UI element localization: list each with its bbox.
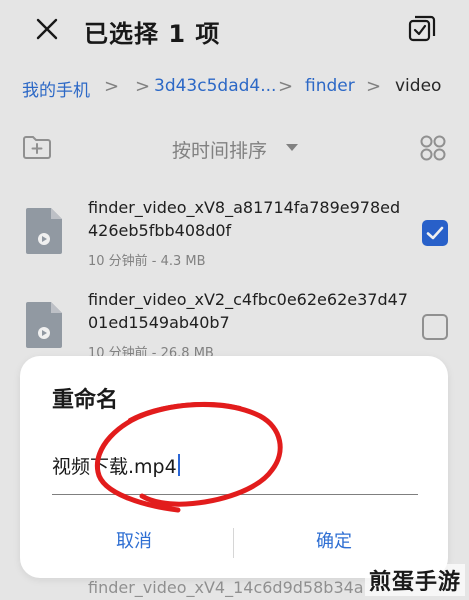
text-cursor bbox=[177, 454, 180, 476]
button-divider bbox=[233, 528, 234, 558]
rename-dialog: 重命名 视频下载.mp4 取消 确定 bbox=[20, 356, 448, 578]
dialog-title: 重命名 bbox=[52, 388, 119, 413]
input-underline bbox=[52, 494, 418, 495]
site-watermark: 煎蛋手游 bbox=[365, 564, 466, 596]
rename-input-value: 视频下载.mp4 bbox=[52, 456, 177, 478]
file-manager-screen: 已选择 1 项 我的手机 > > 3d43c5dad4... > finder … bbox=[0, 0, 469, 600]
rename-input[interactable]: 视频下载.mp4 bbox=[52, 452, 418, 482]
cancel-button[interactable]: 取消 bbox=[54, 524, 214, 560]
confirm-button[interactable]: 确定 bbox=[254, 524, 414, 560]
